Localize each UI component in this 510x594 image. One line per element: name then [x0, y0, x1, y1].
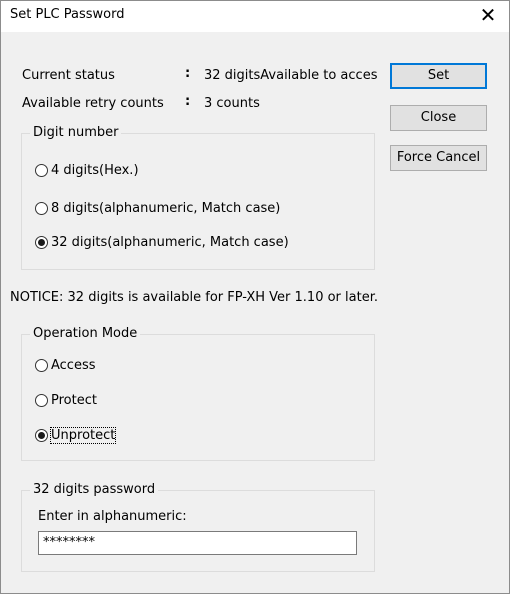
radio-button-icon — [35, 202, 48, 215]
digit-number-legend: Digit number — [30, 125, 122, 141]
radio-label: 8 digits(alphanumeric, Match case) — [51, 201, 281, 216]
radio-8-digits[interactable]: 8 digits(alphanumeric, Match case) — [35, 201, 280, 216]
set-plc-password-dialog: Set PLC Password ✕ Current status : 32 d… — [0, 0, 510, 594]
radio-access[interactable]: Access — [35, 358, 96, 373]
close-button[interactable]: Close — [390, 105, 487, 131]
current-status-colon: : — [185, 66, 191, 81]
radio-protect[interactable]: Protect — [35, 393, 97, 408]
radio-button-selected-icon — [35, 429, 48, 442]
radio-button-icon — [35, 359, 48, 372]
password-prompt: Enter in alphanumeric: — [38, 509, 187, 524]
radio-unprotect[interactable]: Unprotect — [35, 427, 117, 444]
retry-count-colon: : — [185, 94, 191, 109]
window-title: Set PLC Password — [10, 7, 125, 22]
radio-button-icon — [35, 394, 48, 407]
force-cancel-button[interactable]: Force Cancel — [390, 145, 487, 171]
radio-32-digits[interactable]: 32 digits(alphanumeric, Match case) — [35, 235, 289, 250]
retry-count-label: Available retry counts — [22, 96, 164, 111]
password-legend: 32 digits password — [30, 482, 159, 498]
operation-mode-legend: Operation Mode — [30, 326, 141, 342]
radio-button-icon — [35, 164, 48, 177]
current-status-value: 32 digitsAvailable to acces — [204, 68, 378, 83]
retry-count-value: 3 counts — [204, 96, 260, 111]
close-window-icon[interactable]: ✕ — [467, 1, 509, 32]
radio-label: Unprotect — [49, 427, 117, 444]
radio-label: Access — [51, 358, 96, 373]
radio-button-selected-icon — [35, 236, 48, 249]
radio-label: 32 digits(alphanumeric, Match case) — [51, 235, 289, 250]
radio-label: Protect — [51, 393, 97, 408]
current-status-label: Current status — [22, 68, 115, 83]
title-bar: Set PLC Password ✕ — [1, 1, 509, 32]
radio-4-digits[interactable]: 4 digits(Hex.) — [35, 163, 139, 178]
set-button[interactable]: Set — [390, 63, 487, 89]
radio-label: 4 digits(Hex.) — [51, 163, 139, 178]
password-input[interactable]: ******** — [38, 531, 357, 555]
notice-text: NOTICE: 32 digits is available for FP-XH… — [10, 290, 378, 305]
